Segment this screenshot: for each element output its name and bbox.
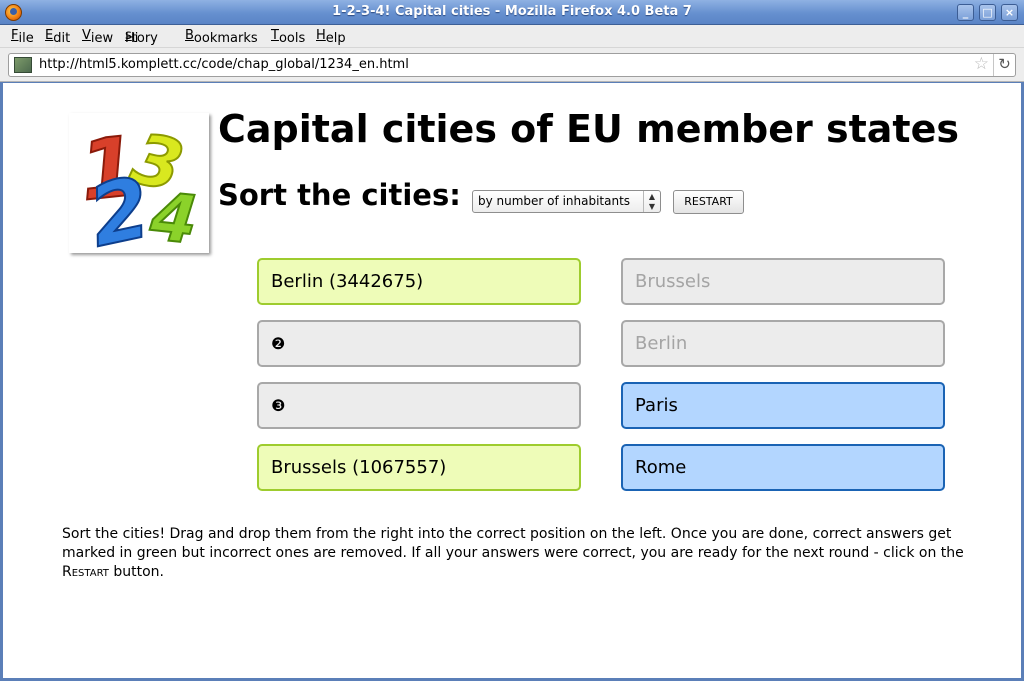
city-card-rome[interactable]: Rome xyxy=(621,444,945,491)
menu-bar: File Edit View Hi s tory Bookmarks Tools H… xyxy=(0,25,1024,48)
city-card-paris[interactable]: Paris xyxy=(621,382,945,429)
restart-button[interactable]: RESTART xyxy=(673,190,744,214)
city-card-brussels: Brussels xyxy=(621,258,945,305)
chevron-updown-icon: ▲ ▼ xyxy=(643,191,660,212)
page-content: 1 3 2 4 Capital cities of EU member stat… xyxy=(3,83,1021,678)
bookmark-star-icon[interactable]: ☆ xyxy=(974,54,989,74)
site-identity-icon[interactable] xyxy=(14,57,32,73)
sort-criteria-value: by number of inhabitants xyxy=(478,194,631,208)
maximize-icon[interactable]: □ xyxy=(979,4,996,21)
reload-icon[interactable]: ↻ xyxy=(993,54,1015,76)
instructions-text: Sort the cities! Drag and drop them from… xyxy=(62,525,972,582)
close-icon[interactable]: × xyxy=(1001,4,1018,21)
instructions-restart-word: Restart xyxy=(62,564,109,580)
answer-slot-2[interactable]: ❷ xyxy=(257,320,581,367)
instructions-part-2: button. xyxy=(108,564,164,580)
answer-slot-3[interactable]: ❸ xyxy=(257,382,581,429)
menu-view[interactable]: View xyxy=(82,28,113,46)
instructions-part-1: Sort the cities! Drag and drop them from… xyxy=(62,526,964,561)
sort-criteria-select[interactable]: by number of inhabitants ▲ ▼ xyxy=(472,190,661,213)
window-title-bar: 1-2-3-4! Capital cities - Mozilla Firefo… xyxy=(0,0,1024,25)
menu-file[interactable]: File xyxy=(11,28,34,46)
page-title: Capital cities of EU member states xyxy=(218,107,959,151)
window-frame-left xyxy=(0,82,3,681)
logo-digit-4: 4 xyxy=(146,178,201,253)
menu-tools[interactable]: Tools xyxy=(271,28,305,46)
menu-bookmarks[interactable]: Bookmarks xyxy=(185,28,258,46)
url-text[interactable]: http://html5.komplett.cc/code/chap_globa… xyxy=(39,57,409,72)
url-bar[interactable]: http://html5.komplett.cc/code/chap_globa… xyxy=(8,53,1016,77)
navigation-bar: http://html5.komplett.cc/code/chap_globa… xyxy=(0,48,1024,82)
answer-slot-4[interactable]: Brussels (1067557) xyxy=(257,444,581,491)
menu-edit[interactable]: Edit xyxy=(45,28,70,46)
window-title: 1-2-3-4! Capital cities - Mozilla Firefo… xyxy=(332,4,692,19)
minimize-icon[interactable]: _ xyxy=(957,4,974,21)
answer-slot-1[interactable]: Berlin (3442675) xyxy=(257,258,581,305)
menu-help[interactable]: Help xyxy=(316,28,346,46)
sort-label: Sort the cities: xyxy=(218,178,461,212)
logo-image: 1 3 2 4 xyxy=(75,116,202,267)
logo-1234: 1 3 2 4 xyxy=(69,113,209,267)
city-card-berlin: Berlin xyxy=(621,320,945,367)
menu-history[interactable]: Hi s tory xyxy=(125,28,158,46)
